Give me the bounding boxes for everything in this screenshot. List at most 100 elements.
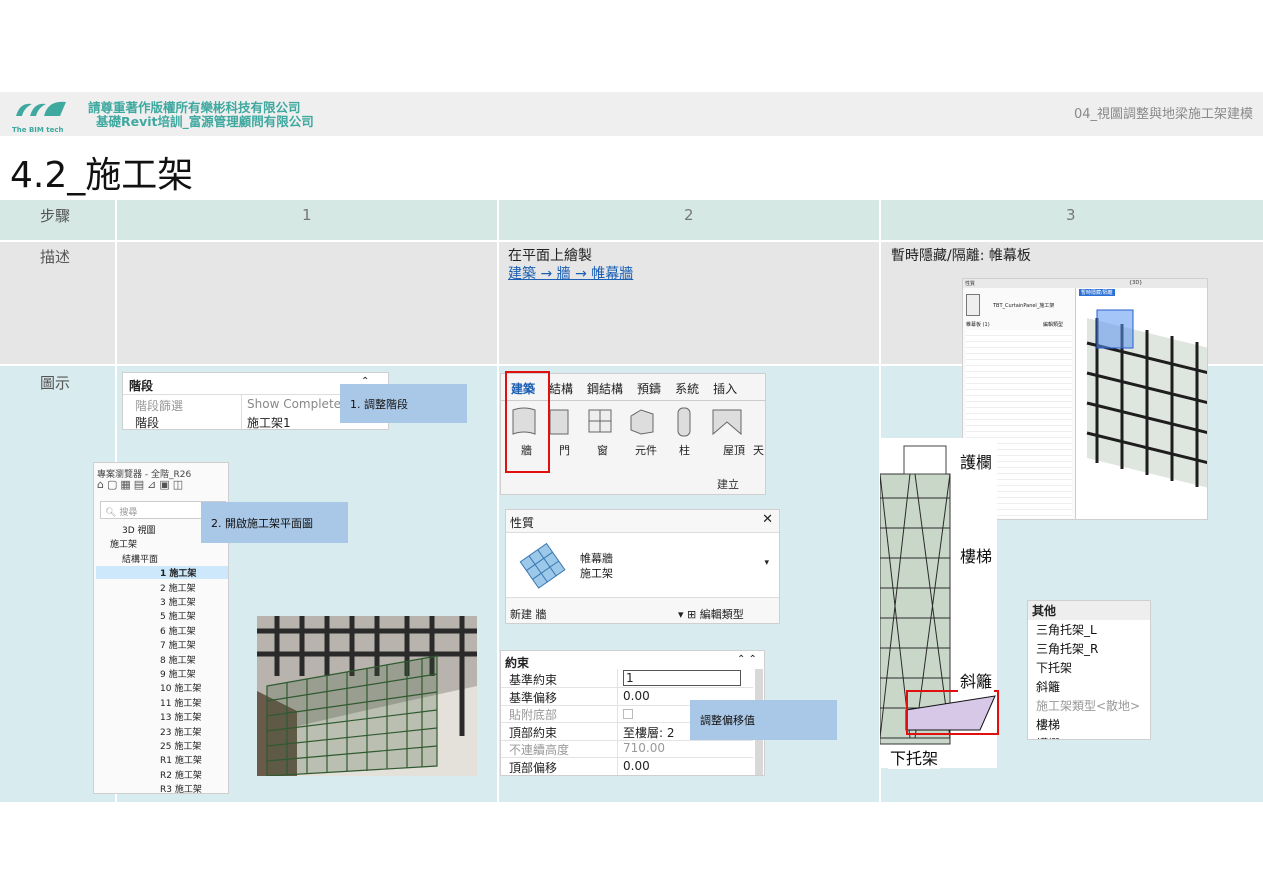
menu-item[interactable]: 下托架: [1028, 658, 1150, 677]
label-stairs: 樓梯: [958, 543, 995, 567]
step2-desc-link[interactable]: 建築 → 牆 → 帷幕牆: [508, 266, 633, 282]
ribbon-tool[interactable]: 元件: [635, 442, 657, 458]
label-guardrail: 護欄: [958, 449, 995, 473]
constraints-title: 約束: [505, 656, 530, 670]
step-number-2: 2: [684, 206, 694, 224]
props-new-wall[interactable]: 新建 牆: [510, 606, 547, 622]
tree-item[interactable]: 施工架: [110, 537, 137, 550]
tree-item[interactable]: 25 施工架: [160, 739, 201, 752]
constraint-value[interactable]: 0.00: [623, 759, 650, 773]
divider: [0, 240, 1263, 242]
panel-count: 帷幕板 (1): [966, 322, 990, 328]
constraint-value[interactable]: 至樓層: 2: [623, 724, 675, 741]
curtain-wall-icon: [512, 536, 572, 594]
menu-item[interactable]: 斜籬: [1028, 677, 1150, 696]
tree-item[interactable]: 11 施工架: [160, 696, 201, 709]
chapter-label: 04_視圖調整與地梁施工架建模: [1073, 107, 1253, 122]
menu-item[interactable]: 護欄: [1028, 734, 1150, 739]
callout-adjust-phase: 1. 調整階段: [340, 384, 467, 423]
phase-panel-title: 階段: [129, 379, 154, 393]
ribbon-group-label: 建立: [717, 478, 739, 491]
edit-type-button[interactable]: 編輯類型: [700, 608, 744, 621]
step-number-3: 3: [1066, 206, 1076, 224]
menu-item[interactable]: 施工架類型<散地>: [1028, 696, 1150, 715]
ribbon-tab[interactable]: 預鑄: [637, 380, 661, 397]
step-number-1: 1: [302, 206, 312, 224]
tree-item[interactable]: 3D 視圖: [122, 523, 156, 536]
tree-item[interactable]: 1 施工架: [96, 566, 228, 580]
edit-type-icon: ⊞: [687, 608, 697, 621]
label-diagonal-net: 斜籬: [958, 668, 995, 692]
constraint-label: 頂部偏移: [509, 760, 558, 775]
callout-open-plan: 2. 開啟施工架平面圖: [201, 502, 348, 543]
menu-item[interactable]: 三角托架_L: [1028, 620, 1150, 639]
close-icon[interactable]: ✕: [762, 512, 773, 527]
properties-title: 性質: [510, 516, 535, 530]
constraint-value[interactable]: 0.00: [623, 689, 650, 703]
step-row: 步驟 1 2 3: [0, 200, 1263, 240]
wall-tool-highlight: [505, 371, 550, 473]
browser-toolbar-icons[interactable]: ⌂▢▦▤⊿▣◫: [97, 478, 186, 491]
tree-item[interactable]: 10 施工架: [160, 681, 201, 694]
props-type-name[interactable]: 施工架: [580, 565, 613, 581]
step-row-label: 步驟: [40, 207, 71, 225]
image-row-label: 圖示: [40, 374, 71, 392]
phase-value[interactable]: 施工架1: [247, 414, 291, 429]
menu-title: 其他: [1028, 601, 1150, 620]
ribbon-tab[interactable]: 系統: [675, 380, 699, 397]
tree-item[interactable]: R1 施工架: [160, 753, 202, 766]
constraint-value[interactable]: 710.00: [623, 741, 665, 755]
company-line1: 請尊重著作版權所有樂彬科技有限公司: [88, 100, 301, 115]
tree-item[interactable]: 結構平面: [122, 552, 158, 565]
menu-item[interactable]: 樓梯: [1028, 715, 1150, 734]
tree-item[interactable]: R3 施工架: [160, 782, 202, 793]
constraint-label: 基準偏移: [509, 690, 558, 705]
tree-item[interactable]: R2 施工架: [160, 768, 202, 781]
tree-item[interactable]: 2 施工架: [160, 581, 196, 594]
ribbon-tab[interactable]: 結構: [549, 380, 573, 397]
props-tab[interactable]: 性質: [965, 280, 975, 287]
tree-item[interactable]: 7 施工架: [160, 638, 196, 651]
tree-item[interactable]: 3 施工架: [160, 595, 196, 608]
panel-type-icon: [966, 294, 980, 316]
constraint-value[interactable]: [623, 709, 633, 719]
collapse-icon[interactable]: ⌃ ⌃: [737, 654, 757, 665]
phase-filter-value[interactable]: Show Complete: [247, 397, 341, 411]
temp-hide-label: 暫時隱藏/隔離: [1079, 289, 1115, 296]
logo-text: The BIM tech: [12, 126, 64, 134]
callout-adjust-offset: 調整偏移值: [690, 700, 837, 740]
ribbon-tab[interactable]: 鋼結構: [587, 380, 623, 397]
tree-item[interactable]: 9 施工架: [160, 667, 196, 680]
panel-edit-type[interactable]: 編輯類型: [1043, 321, 1063, 328]
type-dropdown-icon[interactable]: ▾: [764, 558, 769, 568]
step2-description: 在平面上繪製 建築 → 牆 → 帷幕牆: [508, 247, 633, 283]
ribbon-tool[interactable]: 天: [753, 442, 764, 458]
menu-items: 三角托架_L三角托架_R下托架斜籬施工架類型<散地>樓梯護欄: [1028, 620, 1150, 739]
ribbon-tool[interactable]: 屋頂: [723, 442, 745, 458]
tree-item[interactable]: 23 施工架: [160, 725, 201, 738]
scaffold-3d-render: [257, 616, 477, 776]
ribbon-tool[interactable]: 窗: [597, 442, 608, 458]
ribbon-tab[interactable]: 插入: [713, 380, 737, 397]
menu-item[interactable]: 三角托架_R: [1028, 639, 1150, 658]
constraint-label: 基準約束: [509, 673, 558, 687]
ribbon-tool[interactable]: 門: [559, 442, 570, 458]
tree-item[interactable]: 8 施工架: [160, 653, 196, 666]
tree-item[interactable]: 5 施工架: [160, 609, 196, 622]
roof-icon: [711, 406, 743, 438]
props-filter-dropdown[interactable]: ▾ ⊞ 編輯類型: [678, 606, 744, 622]
tree-item[interactable]: 6 施工架: [160, 624, 196, 637]
divider: [497, 200, 499, 802]
constraint-value[interactable]: 1: [623, 670, 741, 686]
browser-search-placeholder: 搜尋: [119, 508, 138, 518]
bim-tech-logo: The BIM tech: [10, 96, 70, 134]
page-title: 4.2_施工架: [10, 155, 194, 196]
component-icon: [627, 408, 657, 436]
panel-type-name[interactable]: TBT_CurtainPanel_施工架: [993, 302, 1054, 309]
panel-properties-and-3d: 性質 {3D} TBT_CurtainPanel_施工架 帷幕板 (1) 編輯類…: [962, 278, 1208, 520]
ribbon-tool[interactable]: 柱: [679, 442, 690, 458]
step2-desc-line1: 在平面上繪製: [508, 248, 592, 264]
constraint-label: 貼附底部: [509, 708, 558, 722]
view-3d-tab[interactable]: {3D}: [1129, 280, 1142, 286]
tree-item[interactable]: 13 施工架: [160, 710, 201, 723]
